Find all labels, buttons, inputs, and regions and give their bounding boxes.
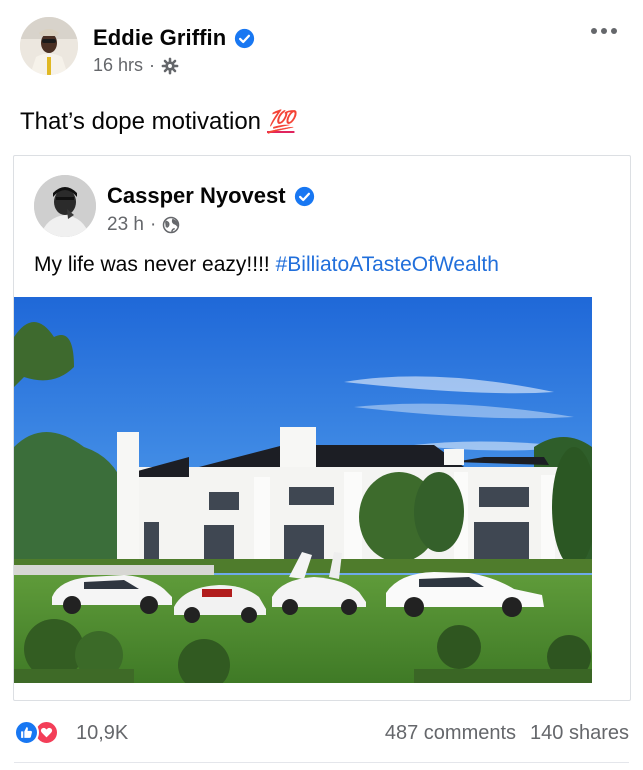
- shared-post-text: My life was never eazy!!!! #BilliatoATas…: [34, 253, 499, 277]
- shares-count[interactable]: 140 shares: [530, 722, 629, 745]
- verified-badge-icon: [235, 28, 255, 48]
- hundred-points-emoji: 💯: [267, 109, 295, 134]
- meta-separator: ·: [149, 214, 157, 235]
- author-avatar[interactable]: [20, 17, 78, 75]
- reaction-count[interactable]: 10,9K: [76, 722, 128, 745]
- post-meta: 16 hrs ·: [93, 55, 179, 76]
- footer-divider: [14, 762, 629, 763]
- more-options-icon[interactable]: [588, 21, 620, 41]
- author-name[interactable]: Eddie Griffin: [93, 25, 226, 51]
- shared-post-time[interactable]: 23 h: [107, 214, 144, 236]
- shared-author-name[interactable]: Cassper Nyovest: [107, 183, 286, 209]
- shared-post-photo[interactable]: [14, 297, 592, 683]
- facebook-post: Eddie Griffin 16 hrs · That’s dope motiv…: [0, 0, 643, 770]
- shared-author-avatar[interactable]: [34, 175, 96, 237]
- hashtag-link[interactable]: #BilliatoATasteOfWealth: [276, 253, 499, 276]
- author-name-row: Eddie Griffin: [93, 25, 255, 51]
- gear-icon: [161, 57, 179, 74]
- shared-author-row: Cassper Nyovest: [107, 183, 315, 209]
- reaction-icons[interactable]: [14, 720, 59, 745]
- caption-text: That’s dope motivation: [20, 108, 262, 135]
- verified-badge-icon: [294, 186, 314, 206]
- like-reaction-icon: [14, 720, 39, 745]
- globe-icon: [163, 216, 180, 234]
- post-caption: That’s dope motivation 💯: [20, 108, 294, 136]
- shared-post-body: My life was never eazy!!!!: [34, 253, 276, 276]
- meta-separator: ·: [149, 55, 156, 75]
- comments-count[interactable]: 487 comments: [385, 722, 516, 745]
- shared-post-card[interactable]: Cassper Nyovest 23 h · My life was never…: [13, 155, 631, 701]
- post-time[interactable]: 16 hrs: [93, 55, 143, 76]
- engagement-stats: 487 comments 140 shares: [385, 722, 629, 745]
- shared-post-meta: 23 h ·: [107, 214, 180, 236]
